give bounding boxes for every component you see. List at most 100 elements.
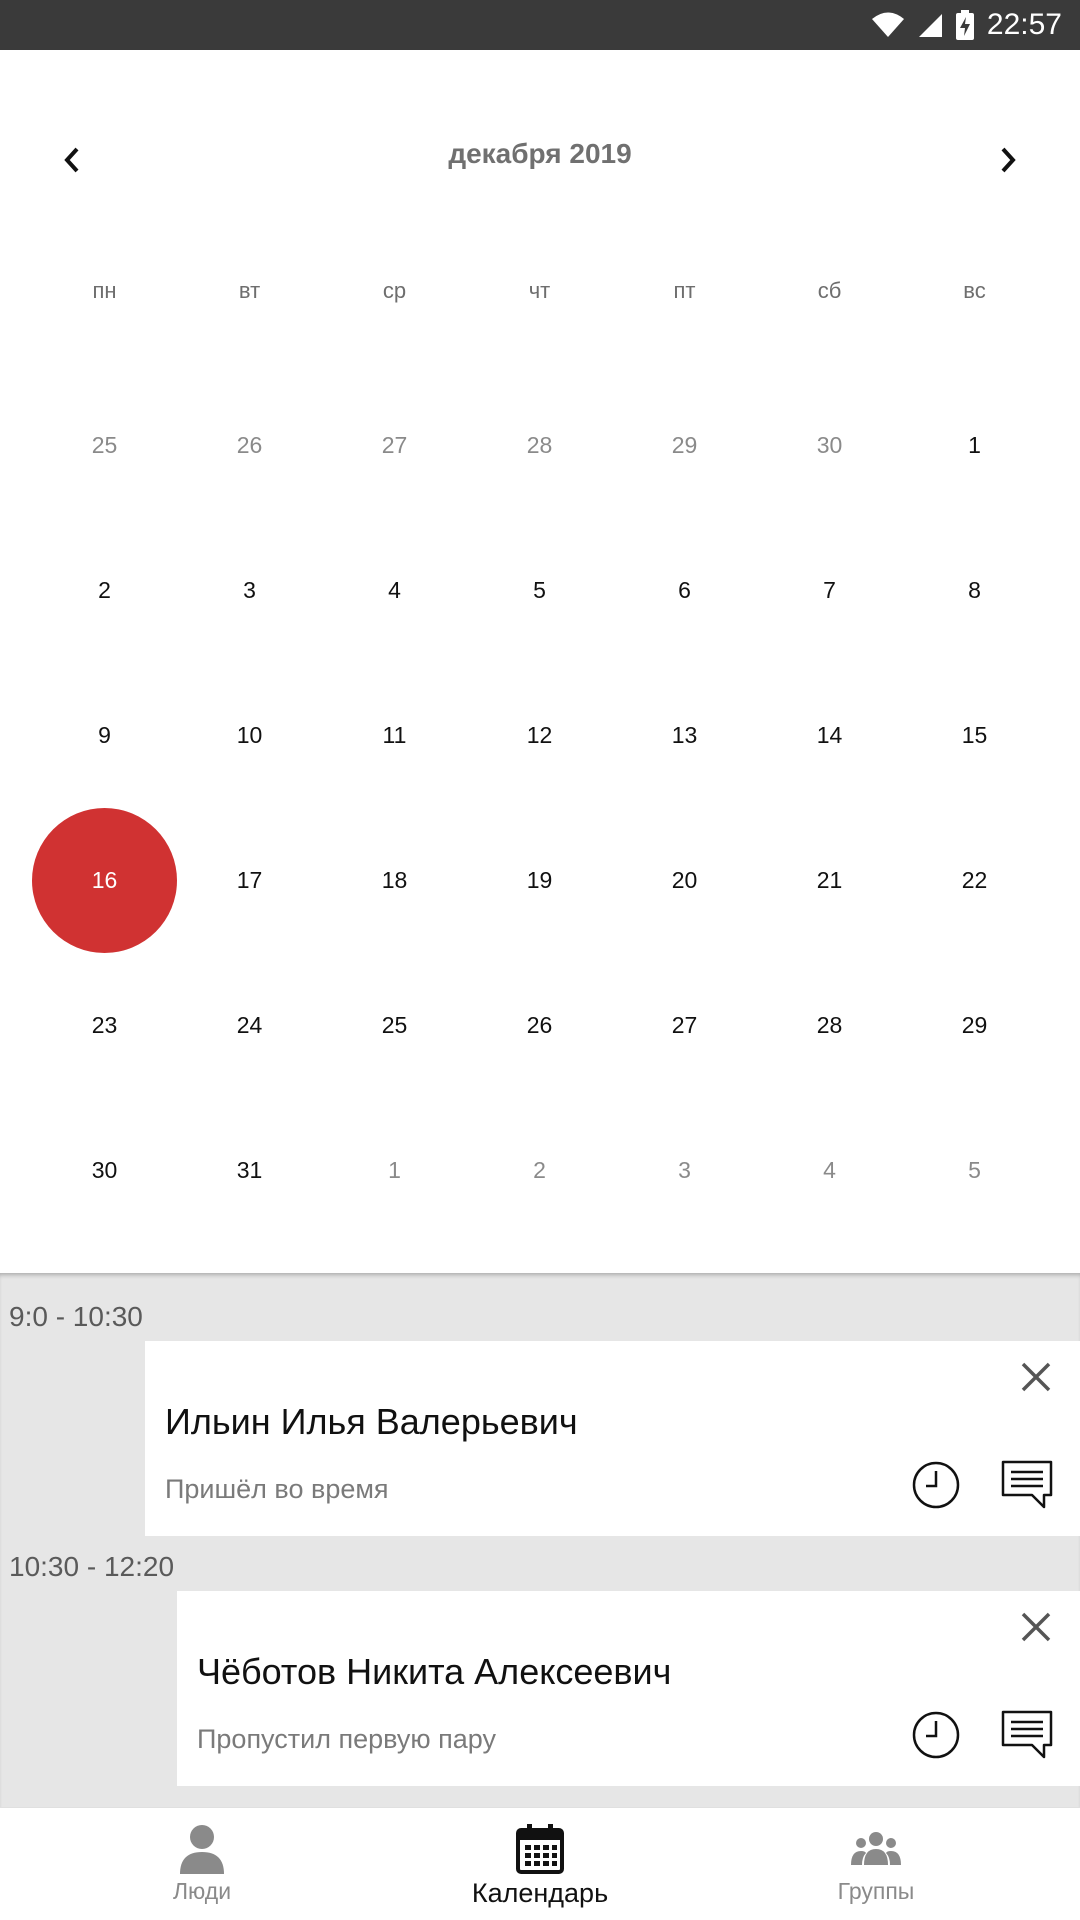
day-number: 2 — [98, 577, 111, 603]
nav-label: Люди — [172, 1878, 232, 1904]
day-number: 11 — [382, 722, 407, 748]
calendar-day-selected[interactable]: 16 — [32, 808, 177, 953]
day-number: 1 — [968, 432, 981, 458]
comment-button[interactable] — [1000, 1459, 1054, 1511]
day-number: 30 — [816, 432, 843, 458]
calendar-day[interactable]: 3 — [177, 518, 322, 663]
next-month-button[interactable] — [978, 130, 1038, 190]
calendar-day[interactable]: 30 — [32, 1098, 177, 1243]
calendar-day[interactable]: 1 — [902, 373, 1047, 518]
calendar-icon — [516, 1824, 564, 1874]
person-icon — [180, 1825, 224, 1874]
day-number: 31 — [236, 1157, 263, 1183]
event-time-label: 9:0 - 10:30 — [9, 1301, 143, 1332]
calendar-day[interactable]: 29 — [612, 373, 757, 518]
calendar-day[interactable]: 17 — [177, 808, 322, 953]
student-name: Ильин Илья Валерьевич — [165, 1401, 578, 1442]
battery-charging-icon — [955, 10, 974, 40]
calendar-day[interactable]: 28 — [757, 953, 902, 1098]
bottom-navigation: Люди Календарь Группы — [0, 1807, 1080, 1920]
day-number: 30 — [91, 1157, 118, 1183]
close-icon — [1021, 1612, 1051, 1642]
calendar-day[interactable]: 31 — [177, 1098, 322, 1243]
day-number: 28 — [526, 432, 553, 458]
weekday-label: пн — [92, 278, 117, 303]
calendar-day[interactable]: 27 — [322, 373, 467, 518]
remove-event-button[interactable] — [1016, 1607, 1056, 1647]
calendar-day[interactable]: 5 — [467, 518, 612, 663]
calendar-day[interactable]: 26 — [177, 373, 322, 518]
calendar-day[interactable]: 15 — [902, 663, 1047, 808]
calendar-day[interactable]: 12 — [467, 663, 612, 808]
weekday-label: вс — [963, 278, 986, 303]
event-time-label: 10:30 - 12:20 — [9, 1551, 175, 1582]
calendar-day[interactable]: 3 — [612, 1098, 757, 1243]
calendar-day[interactable]: 25 — [32, 373, 177, 518]
calendar-day[interactable]: 18 — [322, 808, 467, 953]
day-number: 6 — [678, 577, 691, 603]
weekday-label: вт — [238, 278, 261, 303]
remove-event-button[interactable] — [1016, 1357, 1056, 1397]
day-number: 27 — [671, 1012, 698, 1038]
calendar-day[interactable]: 26 — [467, 953, 612, 1098]
weekday-label: чт — [528, 278, 551, 303]
calendar-day[interactable]: 23 — [32, 953, 177, 1098]
event-card[interactable]: Ильин Илья Валерьевич Пришёл во время — [145, 1341, 1080, 1536]
calendar-day[interactable]: 19 — [467, 808, 612, 953]
day-number: 25 — [381, 1012, 408, 1038]
time-button[interactable] — [910, 1709, 962, 1761]
wifi-icon — [871, 12, 904, 37]
chevron-right-icon — [1001, 147, 1016, 173]
day-number: 23 — [91, 1012, 118, 1038]
calendar-day[interactable]: 10 — [177, 663, 322, 808]
nav-item-calendar[interactable]: Календарь — [390, 1808, 690, 1920]
comment-icon — [1001, 1460, 1053, 1509]
weekday-label: сб — [817, 278, 842, 303]
day-number: 5 — [533, 577, 546, 603]
day-number: 18 — [381, 867, 408, 893]
calendar-day[interactable]: 14 — [757, 663, 902, 808]
group-icon — [851, 1832, 901, 1865]
calendar-day[interactable]: 2 — [467, 1098, 612, 1243]
day-number: 13 — [671, 722, 698, 748]
calendar-day[interactable]: 28 — [467, 373, 612, 518]
day-number: 19 — [526, 867, 553, 893]
nav-item-groups[interactable]: Группы — [726, 1808, 1026, 1920]
calendar-day[interactable]: 20 — [612, 808, 757, 953]
day-number: 17 — [236, 867, 263, 893]
nav-item-people[interactable]: Люди — [52, 1808, 352, 1920]
calendar-day[interactable]: 29 — [902, 953, 1047, 1098]
calendar-day[interactable]: 6 — [612, 518, 757, 663]
day-number: 28 — [816, 1012, 843, 1038]
time-button[interactable] — [910, 1459, 962, 1511]
calendar-day[interactable]: 1 — [322, 1098, 467, 1243]
calendar-day[interactable]: 11 — [322, 663, 467, 808]
calendar-day[interactable]: 13 — [612, 663, 757, 808]
weekday-label: ср — [382, 278, 407, 303]
calendar-day[interactable]: 27 — [612, 953, 757, 1098]
comment-button[interactable] — [1000, 1709, 1054, 1761]
calendar-day[interactable]: 24 — [177, 953, 322, 1098]
calendar-day[interactable]: 4 — [757, 1098, 902, 1243]
calendar-day[interactable]: 7 — [757, 518, 902, 663]
day-number: 2 — [533, 1157, 546, 1183]
day-number: 26 — [526, 1012, 553, 1038]
day-number: 20 — [671, 867, 698, 893]
nav-label: Группы — [837, 1878, 915, 1904]
attendance-status: Пришёл во время — [165, 1474, 389, 1504]
calendar-day[interactable]: 22 — [902, 808, 1047, 953]
calendar-day[interactable]: 2 — [32, 518, 177, 663]
calendar-day[interactable]: 25 — [322, 953, 467, 1098]
calendar-day[interactable]: 9 — [32, 663, 177, 808]
clock-time: 22:57 — [986, 8, 1062, 41]
comment-icon — [1001, 1710, 1053, 1759]
calendar-day[interactable]: 8 — [902, 518, 1047, 663]
event-card[interactable]: Чёботов Никита Алексеевич Пропустил перв… — [177, 1591, 1080, 1786]
day-number: 8 — [968, 577, 981, 603]
calendar-day[interactable]: 30 — [757, 373, 902, 518]
month-title: декабря 2019 — [448, 138, 632, 169]
clock-icon — [912, 1711, 960, 1759]
calendar-day[interactable]: 5 — [902, 1098, 1047, 1243]
calendar-day[interactable]: 4 — [322, 518, 467, 663]
calendar-day[interactable]: 21 — [757, 808, 902, 953]
